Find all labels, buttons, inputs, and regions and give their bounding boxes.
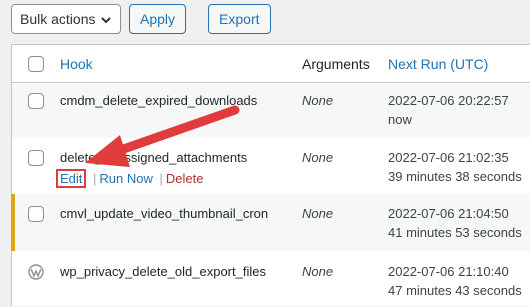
table-row: wp_privacy_delete_old_export_files None … — [12, 251, 530, 307]
next-run-cell: 2022-07-06 21:10:40 47 minutes 43 second… — [388, 262, 522, 300]
hook-name: wp_privacy_delete_old_export_files — [60, 264, 266, 279]
row-actions: Edit | Run Now | Delete — [56, 169, 204, 188]
bulk-toolbar: Bulk actions Apply Export — [11, 4, 271, 34]
highlight-bar — [11, 194, 15, 251]
next-run-date: 2022-07-06 21:10:40 — [388, 264, 509, 279]
column-next-run[interactable]: Next Run (UTC) — [388, 56, 488, 72]
arguments-value: None — [302, 150, 334, 165]
row-checkbox[interactable] — [28, 206, 44, 222]
next-run-cell: 2022-07-06 20:22:57 now — [388, 91, 509, 129]
next-run-relative: now — [388, 112, 412, 127]
next-run-date: 2022-07-06 21:02:35 — [388, 150, 509, 165]
select-all-checkbox[interactable] — [28, 56, 44, 72]
hook-name: cmdm_delete_expired_downloads — [60, 93, 258, 108]
apply-button[interactable]: Apply — [129, 4, 187, 34]
wordpress-icon — [28, 264, 44, 280]
bulk-actions-label: Bulk actions — [20, 11, 96, 27]
next-run-cell: 2022-07-06 21:04:50 41 minutes 53 second… — [388, 204, 522, 242]
arguments-value: None — [302, 206, 334, 221]
export-button[interactable]: Export — [208, 4, 271, 34]
bulk-actions-select[interactable]: Bulk actions — [11, 4, 121, 34]
row-checkbox[interactable] — [28, 150, 44, 166]
hook-name: cmvl_update_video_thumbnail_cron — [60, 206, 269, 221]
row-checkbox[interactable] — [28, 93, 44, 109]
next-run-relative: 39 minutes 38 seconds — [388, 169, 522, 184]
table-row: delete_unassigned_attachments Edit | Run … — [12, 138, 530, 194]
table-row: cmdm_delete_expired_downloads None 2022-… — [12, 84, 530, 138]
arguments-value: None — [302, 264, 334, 279]
column-arguments: Arguments — [302, 56, 370, 72]
next-run-cell: 2022-07-06 21:02:35 39 minutes 38 second… — [388, 148, 522, 186]
arguments-value: None — [302, 93, 334, 108]
separator: | — [159, 171, 163, 186]
edit-link[interactable]: Edit — [56, 169, 87, 188]
table-header: Hook Arguments Next Run (UTC) — [12, 45, 530, 83]
chevron-down-icon — [101, 17, 111, 24]
run-now-link[interactable]: Run Now — [99, 171, 152, 186]
next-run-date: 2022-07-06 20:22:57 — [388, 93, 509, 108]
next-run-relative: 47 minutes 43 seconds — [388, 283, 522, 298]
delete-link[interactable]: Delete — [166, 171, 204, 186]
separator: | — [93, 171, 97, 186]
next-run-date: 2022-07-06 21:04:50 — [388, 206, 509, 221]
hook-name: delete_unassigned_attachments — [60, 150, 248, 165]
column-hook[interactable]: Hook — [60, 56, 93, 72]
cron-events-table: Hook Arguments Next Run (UTC) cmdm_delet… — [11, 44, 530, 306]
next-run-relative: 41 minutes 53 seconds — [388, 225, 522, 240]
table-row: cmvl_update_video_thumbnail_cron None 20… — [11, 194, 530, 251]
